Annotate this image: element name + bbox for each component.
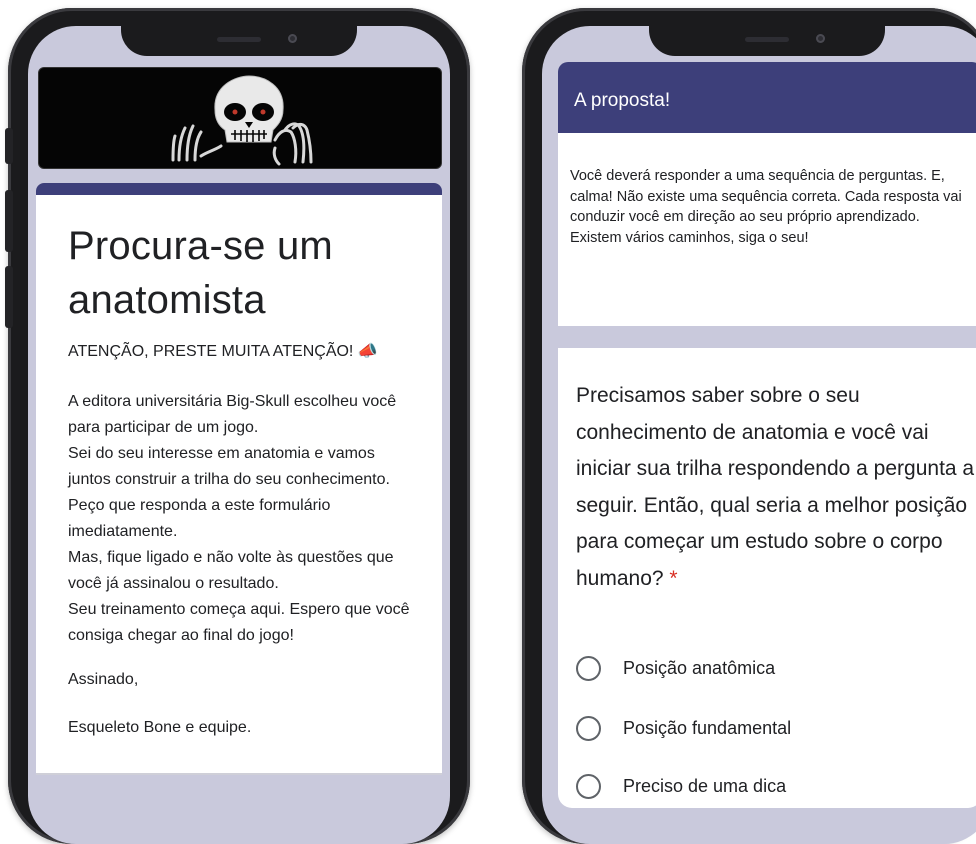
camera-icon: [288, 34, 297, 43]
right-phone-screen: A proposta! Você deverá responder a uma …: [542, 26, 976, 844]
radio-option-label: Preciso de uma dica: [623, 775, 787, 796]
question-card: Precisamos saber sobre o seu conheciment…: [558, 348, 976, 808]
side-button: [5, 128, 13, 164]
radio-option-label: Posição fundamental: [623, 717, 792, 738]
phone-notch: [121, 26, 357, 56]
radio-button[interactable]: [576, 655, 601, 681]
form-intro: ATENÇÃO, PRESTE MUITA ATENÇÃO! 📣: [68, 343, 378, 360]
form-title-card: Procura-se um anatomista ATENÇÃO, PRESTE…: [36, 183, 442, 775]
section-title: A proposta!: [574, 90, 671, 111]
question-text: Precisamos saber sobre o seu conheciment…: [576, 378, 976, 597]
signature-name: Esqueleto Bone e equipe.: [68, 719, 252, 736]
radio-option-posicao-fundamental[interactable]: Posição fundamental: [576, 713, 791, 743]
radio-button[interactable]: [576, 773, 601, 799]
form-title: Procura-se um anatomista: [68, 224, 333, 322]
section-description: Você deverá responder a uma sequência de…: [570, 168, 962, 246]
signature-label: Assinado,: [68, 671, 139, 688]
left-phone-screen: Procura-se um anatomista ATENÇÃO, PRESTE…: [28, 26, 450, 844]
volume-down-button: [5, 266, 13, 328]
left-phone-frame: Procura-se um anatomista ATENÇÃO, PRESTE…: [5, 8, 470, 844]
card-accent-stripe: [36, 183, 442, 195]
form-header-banner: [38, 67, 442, 169]
phone-notch: [649, 26, 885, 56]
radio-option-preciso-de-uma-dica[interactable]: Preciso de uma dica: [576, 771, 786, 801]
right-phone-frame: A proposta! Você deverá responder a uma …: [522, 8, 976, 844]
camera-icon: [816, 34, 825, 43]
speaker-grille: [217, 37, 261, 42]
radio-button[interactable]: [576, 715, 601, 741]
speaker-grille: [745, 37, 789, 42]
section-description-card: Você deverá responder a uma sequência de…: [558, 133, 976, 326]
skull-hands-icon: [171, 75, 313, 166]
radio-option-label: Posição anatômica: [623, 657, 776, 678]
question-text-body: Precisamos saber sobre o seu conheciment…: [576, 384, 975, 590]
section-header: A proposta!: [558, 62, 976, 133]
volume-up-button: [5, 190, 13, 252]
radio-option-posicao-anatomica[interactable]: Posição anatômica: [576, 653, 775, 683]
form-description: A editora universitária Big-Skull escolh…: [68, 393, 410, 644]
card-divider: [36, 773, 442, 775]
required-mark: *: [669, 566, 678, 590]
